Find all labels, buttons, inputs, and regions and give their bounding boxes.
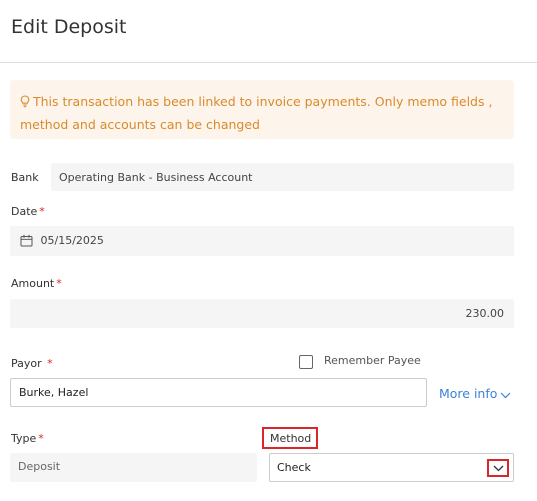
date-label-text: Date (11, 205, 38, 218)
type-label-text: Type (11, 432, 37, 445)
linked-transaction-notice: This transaction has been linked to invo… (10, 80, 514, 139)
date-label: Date * (11, 205, 45, 218)
date-field[interactable]: 05/15/2025 (10, 226, 514, 256)
type-value: Deposit (10, 453, 257, 482)
amount-field: 230.00 (10, 299, 514, 328)
method-label: Method (262, 427, 318, 449)
date-value: 05/15/2025 (40, 234, 104, 247)
amount-label-text: Amount (11, 277, 55, 290)
method-dropdown-toggle[interactable] (487, 459, 509, 477)
remember-payee-label[interactable]: Remember Payee (324, 354, 421, 367)
header-divider (0, 62, 537, 63)
more-info-link[interactable]: More info (439, 386, 511, 401)
type-label: Type * (11, 432, 44, 445)
chevron-down-icon (493, 465, 504, 472)
method-select[interactable]: Check (269, 453, 514, 482)
lightbulb-icon (20, 93, 30, 114)
chevron-down-icon (497, 386, 511, 401)
more-info-text: More info (439, 386, 498, 401)
calendar-icon (20, 234, 41, 247)
date-required-mark: * (39, 205, 45, 218)
payor-label: Payor * (11, 357, 53, 370)
payor-label-text: Payor (11, 357, 42, 370)
amount-label: Amount * (11, 277, 62, 290)
amount-required-mark: * (56, 277, 62, 290)
notice-text: This transaction has been linked to invo… (20, 94, 493, 132)
payor-required-mark: * (47, 357, 53, 370)
type-required-mark: * (38, 432, 44, 445)
payor-input[interactable]: Burke, Hazel (10, 378, 427, 407)
page-title: Edit Deposit (11, 16, 127, 38)
bank-label: Bank (11, 171, 39, 184)
bank-value: Operating Bank - Business Account (51, 163, 514, 191)
remember-payee-checkbox[interactable] (299, 355, 313, 369)
